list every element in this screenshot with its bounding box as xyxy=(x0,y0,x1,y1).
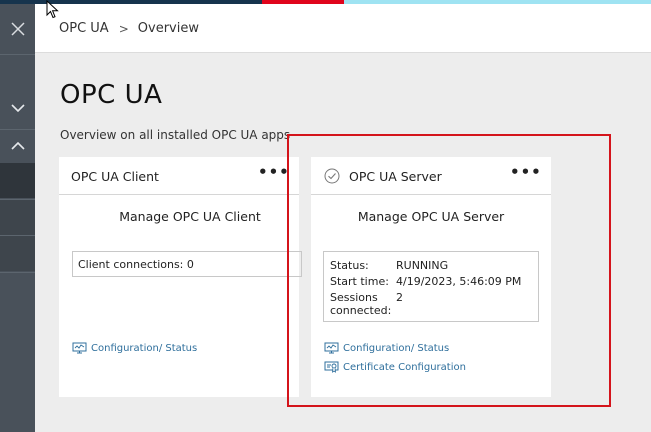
sidebar-item-3[interactable] xyxy=(0,236,35,271)
client-connections-text: Client connections: 0 xyxy=(78,258,194,271)
close-sidebar-button[interactable] xyxy=(0,4,35,54)
opc-ua-client-card: OPC UA Client ••• Manage OPC UA Client C… xyxy=(59,157,302,397)
breadcrumb-root-link[interactable]: OPC UA xyxy=(59,21,109,36)
page-title: OPC UA xyxy=(60,80,163,110)
sidebar-item-2[interactable] xyxy=(0,200,35,235)
header-bar: OPC UA > Overview xyxy=(35,4,651,53)
card-header: OPC UA Client ••• xyxy=(59,157,299,195)
collapse-section-button[interactable] xyxy=(0,132,35,160)
mouse-cursor-icon xyxy=(46,0,59,19)
client-connections-box: Client connections: 0 xyxy=(72,251,302,277)
card-menu-button[interactable]: ••• xyxy=(258,165,289,185)
chevron-down-icon xyxy=(10,104,25,112)
client-configuration-label: Configuration/ Status xyxy=(91,342,198,354)
sidebar xyxy=(0,4,35,432)
page-subtitle: Overview on all installed OPC UA apps xyxy=(60,128,291,142)
client-configuration-link[interactable]: Configuration/ Status xyxy=(72,342,197,354)
sidebar-item-active[interactable] xyxy=(0,163,35,198)
monitor-config-icon xyxy=(72,342,87,354)
expand-section-button[interactable] xyxy=(0,94,35,122)
chevron-up-icon xyxy=(10,142,25,150)
highlight-rectangle xyxy=(287,134,611,407)
card-title: OPC UA Client xyxy=(71,169,159,184)
breadcrumb-separator: > xyxy=(118,21,129,36)
close-icon xyxy=(10,22,25,36)
breadcrumb-current: Overview xyxy=(137,21,199,36)
breadcrumb: OPC UA > Overview xyxy=(59,21,199,36)
manage-client-link[interactable]: Manage OPC UA Client xyxy=(59,209,321,224)
